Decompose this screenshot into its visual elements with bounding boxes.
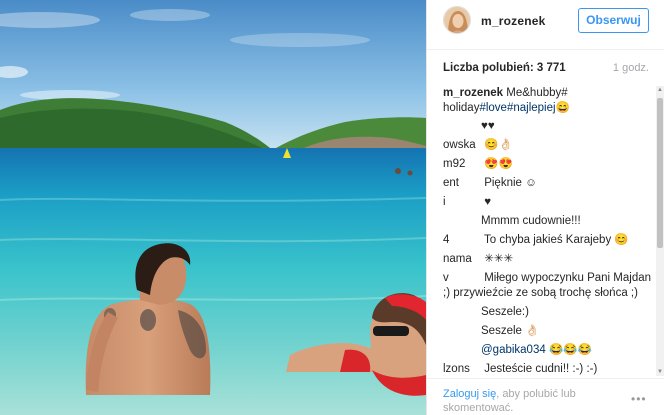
comment-text: Jesteście cudni!! :-) :-)	[481, 363, 598, 375]
comment-item: 4 To chyba jakieś Karajeby 😊	[443, 233, 655, 248]
comment-item: ♥♥	[443, 119, 655, 134]
comment-username[interactable]: 4	[443, 233, 481, 248]
comments-scrollbar[interactable]: ▲ ▼	[656, 86, 664, 376]
scroll-up-arrow-icon[interactable]: ▲	[656, 86, 664, 94]
beach-photo-image	[0, 0, 426, 415]
comment-username[interactable]: owska	[443, 138, 481, 153]
comment-item: owska 😊👌🏻	[443, 138, 655, 153]
comment-item: nama ✳✳✳	[443, 252, 655, 267]
comment-username[interactable]: v	[443, 271, 481, 286]
comment-text: Mmmm cudownie!!!	[481, 215, 581, 227]
post-sidebar: m_rozenek Obserwuj Liczba polubień: 3 77…	[426, 0, 664, 415]
comment-item: ent Pięknie ☺	[443, 176, 655, 191]
comment-username[interactable]: lzons	[443, 362, 481, 376]
caption-text: Me&hubby#	[503, 87, 568, 99]
post-header: m_rozenek Obserwuj	[427, 0, 664, 50]
comment-text: Pięknie ☺	[481, 177, 537, 189]
caption-emoji: 😄	[555, 102, 570, 114]
scrollbar-thumb[interactable]	[657, 98, 663, 248]
likes-row: Liczba polubień: 3 771 1 godz.	[443, 62, 649, 78]
post-photo	[0, 0, 426, 415]
comment-item: Seszele 👌🏻	[443, 324, 655, 339]
comment-item: lzons Jesteście cudni!! :-) :-)	[443, 362, 655, 376]
likes-count[interactable]: Liczba polubień: 3 771	[443, 62, 566, 74]
comment-text: To chyba jakieś Karajeby 😊	[481, 234, 629, 246]
comment-item: m92 😍😍	[443, 157, 655, 172]
comment-username[interactable]: i	[443, 195, 481, 210]
comment-item: Mmmm cudownie!!!	[443, 214, 655, 229]
comment-text[interactable]: @gabika034 😂😂😂	[481, 344, 592, 356]
hashtag-link[interactable]: #love	[479, 102, 507, 114]
comment-text: Seszele 👌🏻	[481, 325, 540, 337]
follow-button[interactable]: Obserwuj	[578, 8, 649, 33]
caption-username[interactable]: m_rozenek	[443, 87, 503, 99]
hashtag-link[interactable]: #najlepiej	[507, 102, 556, 114]
comment-username[interactable]: nama	[443, 252, 481, 267]
scroll-down-arrow-icon[interactable]: ▼	[656, 368, 664, 376]
comment-text: 😍😍	[481, 158, 513, 170]
post-footer: Zaloguj się, aby polubić lub skomentować…	[427, 378, 664, 415]
author-username[interactable]: m_rozenek	[481, 14, 546, 28]
comments-list[interactable]: m_rozenek Me&hubby# holiday#love#najlepi…	[443, 86, 655, 376]
comment-item: i ♥	[443, 195, 655, 210]
post-timestamp[interactable]: 1 godz.	[613, 62, 649, 74]
post-caption: m_rozenek Me&hubby# holiday#love#najlepi…	[443, 86, 655, 116]
comment-text: 😊👌🏻	[481, 139, 513, 151]
comment-text: Seszele:)	[481, 306, 529, 318]
caption-text-2: holiday	[443, 102, 480, 114]
login-link[interactable]: Zaloguj się	[443, 388, 496, 400]
profile-picture-icon	[444, 7, 470, 33]
comment-text: ✳✳✳	[481, 253, 514, 265]
comment-username[interactable]: ent	[443, 176, 481, 191]
more-options-icon[interactable]: •••	[631, 392, 647, 406]
comment-text: ♥♥	[481, 120, 495, 132]
comment-item: Seszele:)	[443, 305, 655, 320]
avatar[interactable]	[443, 6, 471, 34]
comment-item: v Miłego wypoczynku Pani Majdan ;) przyw…	[443, 271, 655, 301]
comment-text: ♥	[481, 196, 492, 208]
login-prompt: Zaloguj się, aby polubić lub skomentować…	[443, 387, 623, 415]
comment-item: @gabika034 😂😂😂	[443, 343, 655, 358]
comment-username[interactable]: m92	[443, 157, 481, 172]
